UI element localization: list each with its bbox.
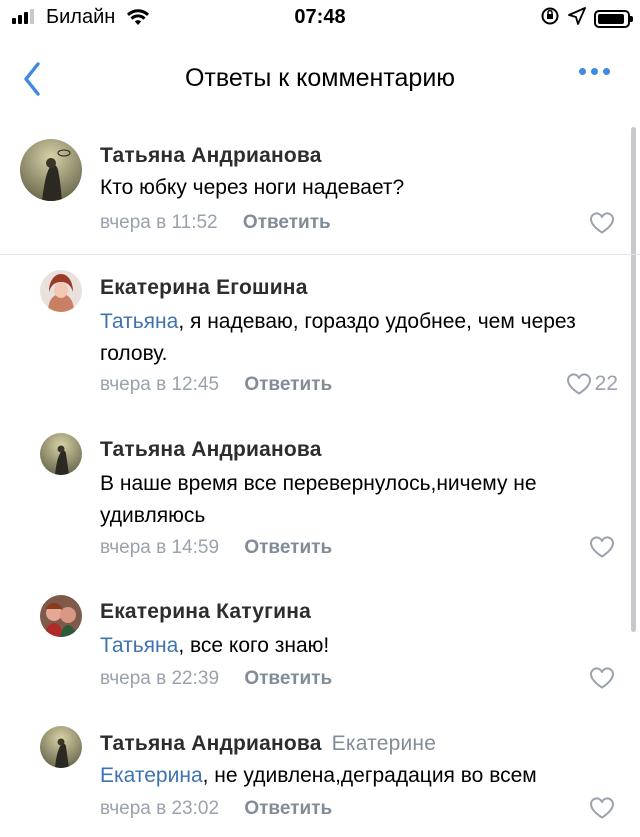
comment-meta: вчера в 14:59 Ответить bbox=[100, 537, 332, 559]
reply-button[interactable]: Ответить bbox=[244, 374, 332, 395]
comment-text: Кто юбку через ноги надевает? bbox=[100, 176, 405, 199]
avatar[interactable] bbox=[40, 433, 82, 475]
comment-author[interactable]: Татьяна Андрианова bbox=[100, 144, 322, 168]
status-bar: Билайн 07:48 bbox=[0, 0, 640, 36]
comment-time: вчера в 12:45 bbox=[100, 374, 220, 395]
comment-author[interactable]: Екатерина Катугина bbox=[100, 600, 311, 624]
comment-meta: вчера в 22:39 Ответить bbox=[100, 668, 332, 690]
heart-icon bbox=[589, 667, 615, 689]
comment-meta: вчера в 11:52 Ответить bbox=[100, 212, 331, 234]
mention-link[interactable]: Екатерина bbox=[100, 764, 203, 787]
avatar[interactable] bbox=[40, 595, 82, 637]
reply-button[interactable]: Ответить bbox=[244, 668, 332, 689]
heart-icon bbox=[566, 373, 591, 395]
like-button[interactable] bbox=[589, 796, 618, 820]
comment-time: вчера в 11:52 bbox=[100, 212, 218, 233]
divider bbox=[0, 254, 640, 255]
location-icon bbox=[568, 7, 586, 30]
comment-author[interactable]: Татьяна Андрианова bbox=[100, 438, 322, 462]
nav-bar: Ответы к комментарию bbox=[0, 44, 640, 114]
more-dots-icon bbox=[579, 68, 586, 75]
scrollbar[interactable] bbox=[631, 127, 636, 632]
avatar[interactable] bbox=[40, 726, 82, 768]
comment-text: Татьяна, все кого знаю! bbox=[100, 634, 330, 657]
mention-link[interactable]: Татьяна bbox=[100, 310, 178, 333]
comment-text: Татьяна, я надеваю, гораздо удобнее, чем… bbox=[100, 310, 576, 365]
avatar[interactable] bbox=[20, 139, 82, 201]
more-button[interactable] bbox=[579, 68, 610, 75]
like-button[interactable] bbox=[589, 535, 618, 559]
mention-link[interactable]: Татьяна bbox=[100, 634, 178, 657]
page-title: Ответы к комментарию bbox=[184, 64, 456, 92]
reply-button[interactable]: Ответить bbox=[244, 537, 332, 558]
comment-time: вчера в 14:59 bbox=[100, 537, 220, 558]
heart-icon bbox=[589, 212, 615, 234]
comment-text: Екатерина, не удивлена,деградация во все… bbox=[100, 764, 537, 787]
comment-meta: вчера в 23:02 Ответить bbox=[100, 798, 332, 820]
like-button[interactable] bbox=[589, 211, 618, 235]
comment-text: В наше время все перевернулось,ничему не… bbox=[100, 472, 537, 527]
reply-to-label[interactable]: Екатерине bbox=[332, 732, 436, 755]
comment-time: вчера в 23:02 bbox=[100, 798, 220, 819]
reply-button[interactable]: Ответить bbox=[243, 212, 331, 233]
comment-author[interactable]: Татьяна Андрианова Екатерине bbox=[100, 732, 436, 756]
orientation-lock-icon bbox=[540, 6, 560, 31]
avatar[interactable] bbox=[40, 270, 82, 312]
like-button[interactable]: 22 bbox=[566, 372, 618, 396]
comment-time: вчера в 22:39 bbox=[100, 668, 220, 689]
heart-icon bbox=[589, 536, 615, 558]
like-button[interactable] bbox=[589, 666, 618, 690]
like-count: 22 bbox=[594, 372, 618, 395]
comment-author[interactable]: Екатерина Егошина bbox=[100, 276, 308, 300]
reply-button[interactable]: Ответить bbox=[244, 798, 332, 819]
battery-icon bbox=[594, 9, 633, 28]
heart-icon bbox=[589, 797, 615, 819]
comment-meta: вчера в 12:45 Ответить bbox=[100, 374, 332, 396]
